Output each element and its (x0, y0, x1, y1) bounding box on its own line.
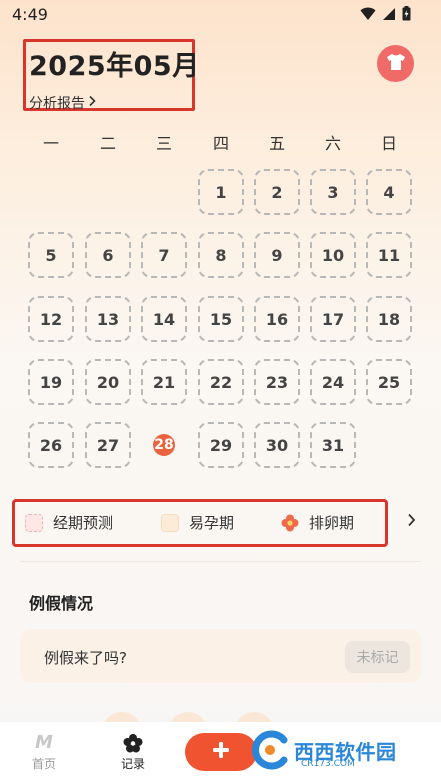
calendar-day[interactable]: 20 (85, 359, 131, 405)
battery-icon (402, 6, 411, 21)
wifi-icon (360, 7, 376, 21)
divider (20, 561, 421, 562)
calendar-day[interactable]: 16 (254, 296, 300, 342)
add-record-button[interactable] (185, 733, 257, 771)
calendar-day[interactable]: 17 (310, 296, 356, 342)
chevron-right-icon (407, 511, 416, 532)
calendar-day[interactable]: 1 (198, 169, 244, 215)
status-time: 4:49 (12, 5, 48, 24)
today-marker: 28 (153, 434, 175, 456)
legend-fertile-label: 易孕期 (189, 514, 235, 532)
calendar-day[interactable]: 6 (85, 232, 131, 278)
calendar-day-today[interactable]: 28 (141, 422, 187, 468)
calendar-day[interactable]: 12 (28, 296, 74, 342)
period-swatch (25, 513, 43, 532)
calendar-day[interactable]: 24 (310, 359, 356, 405)
calendar-day[interactable]: 19 (28, 359, 74, 405)
calendar-day[interactable]: 11 (366, 232, 412, 278)
period-question: 例假来了吗? (44, 649, 127, 667)
skin-button[interactable] (377, 45, 414, 82)
weekday-label: 日 (380, 134, 397, 153)
nav-home-label: 首页 (31, 757, 56, 771)
calendar-day[interactable]: 23 (254, 359, 300, 405)
legend-more-button[interactable] (407, 511, 416, 532)
nav-record[interactable]: 记录 (108, 733, 158, 772)
weekday-label: 二 (99, 134, 116, 153)
signal-icon (382, 7, 396, 21)
calendar-day[interactable]: 2 (254, 169, 300, 215)
home-logo-icon: M (35, 732, 53, 753)
weekday-label: 六 (324, 134, 341, 153)
watermark-logo-icon (248, 728, 292, 772)
calendar-day[interactable]: 9 (254, 232, 300, 278)
chevron-right-icon (88, 95, 96, 111)
calendar-day[interactable]: 8 (198, 232, 244, 278)
legend-fertile: 易孕期 (161, 512, 234, 533)
flower-icon (281, 514, 299, 532)
calendar-day[interactable]: 29 (198, 422, 244, 468)
watermark-subtext: CR173.COM (301, 759, 355, 769)
legend-period: 经期预测 (25, 512, 113, 533)
calendar-day[interactable]: 22 (198, 359, 244, 405)
calendar-day[interactable]: 26 (28, 422, 74, 468)
status-icons (360, 6, 411, 21)
calendar-day[interactable]: 18 (366, 296, 412, 342)
analysis-report-link[interactable]: 分析报告 (29, 93, 96, 113)
legend-ovulation: 排卵期 (281, 512, 354, 533)
legend-period-label: 经期预测 (53, 514, 114, 532)
weekday-label: 三 (155, 134, 172, 153)
plus-icon (212, 741, 230, 763)
calendar-day[interactable]: 3 (310, 169, 356, 215)
record-icon (108, 733, 158, 753)
fertile-swatch (161, 513, 179, 532)
calendar-day[interactable]: 25 (366, 359, 412, 405)
legend-ovulation-label: 排卵期 (309, 514, 355, 532)
weekday-label: 五 (268, 134, 285, 153)
weekday-label: 四 (212, 134, 229, 153)
month-title[interactable]: 2025年05月 (29, 44, 200, 83)
calendar-day[interactable]: 21 (141, 359, 187, 405)
calendar-day[interactable]: 4 (366, 169, 412, 215)
calendar-day[interactable]: 14 (141, 296, 187, 342)
calendar-day[interactable]: 7 (141, 232, 187, 278)
weekday-header: 一 二 三 四 五 六 日 (24, 130, 417, 153)
nav-home[interactable]: M 首页 (19, 733, 69, 772)
calendar-day[interactable]: 15 (198, 296, 244, 342)
status-bar: 4:49 (0, 0, 441, 30)
calendar-day[interactable]: 31 (310, 422, 356, 468)
calendar-day[interactable]: 13 (85, 296, 131, 342)
calendar-day[interactable]: 5 (28, 232, 74, 278)
calendar-day[interactable]: 10 (310, 232, 356, 278)
tshirt-icon (386, 53, 406, 75)
section-title: 例假情况 (29, 594, 94, 613)
weekday-label: 一 (42, 134, 59, 153)
calendar-day[interactable]: 30 (254, 422, 300, 468)
mark-period-button[interactable]: 未标记 (345, 641, 410, 673)
calendar-day[interactable]: 27 (85, 422, 131, 468)
report-link-label: 分析报告 (29, 96, 85, 112)
nav-record-label: 记录 (120, 757, 145, 771)
